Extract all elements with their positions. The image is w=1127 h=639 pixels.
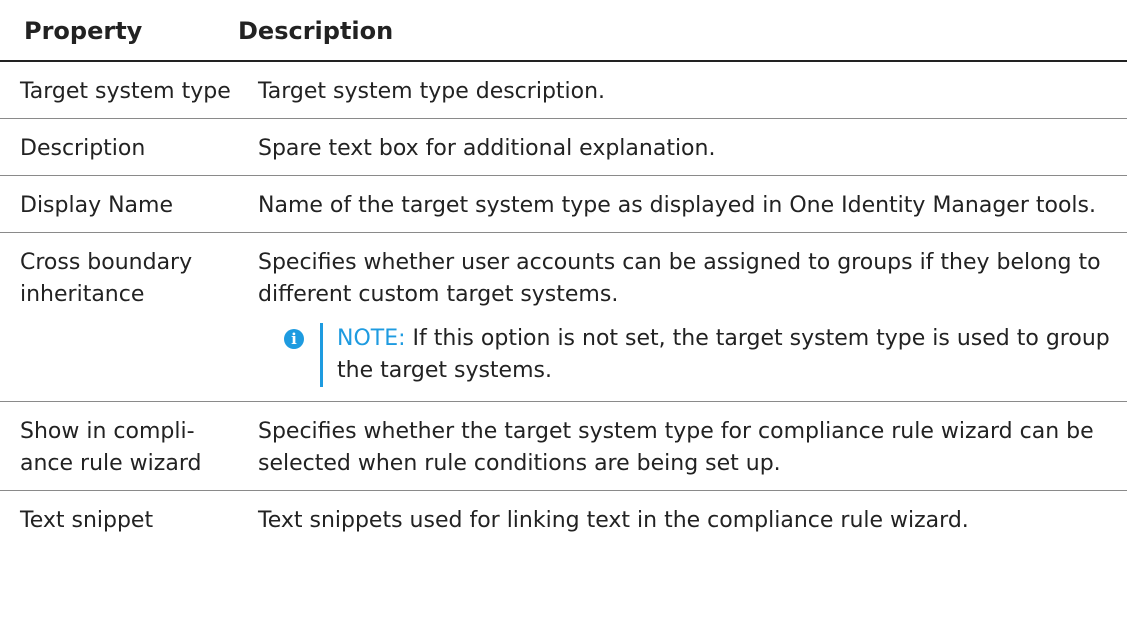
table-row: Description Spare text box for additiona… xyxy=(0,119,1127,176)
table-row: Target system type Target system type de… xyxy=(0,62,1127,119)
note-body: If this option is not set, the target sy… xyxy=(337,326,1110,383)
note-accent-bar xyxy=(320,323,323,387)
properties-table: Property Description Target system type … xyxy=(0,0,1127,547)
header-description: Description xyxy=(238,17,394,45)
table-row: Cross boundary inheritance Specifies whe… xyxy=(0,233,1127,402)
description-cell: Text snippets used for linking text in t… xyxy=(258,508,969,533)
header-property: Property xyxy=(24,17,143,45)
property-cell: Target system type xyxy=(20,79,231,104)
description-cell: Target system type description. xyxy=(258,79,606,104)
property-cell: Description xyxy=(20,136,146,161)
description-cell: Specifies whether user accounts can be a… xyxy=(238,233,1127,401)
table-row: Show in compli-ance rule wizard Specifie… xyxy=(0,402,1127,491)
description-cell: Specifies whether the target system type… xyxy=(258,419,1094,476)
description-cell: Name of the target system type as displa… xyxy=(258,193,1096,218)
note-text: NOTE: If this option is not set, the tar… xyxy=(337,323,1123,387)
table-row: Display Name Name of the target system t… xyxy=(0,176,1127,233)
property-cell: Cross boundary inheritance xyxy=(20,250,193,307)
table-row: Text snippet Text snippets used for link… xyxy=(0,491,1127,547)
property-cell: Show in compli-ance rule wizard xyxy=(20,419,202,476)
note-box: i NOTE: If this option is not set, the t… xyxy=(258,323,1123,387)
table-header: Property Description xyxy=(0,0,1127,62)
property-cell: Display Name xyxy=(20,193,173,218)
property-cell: Text snippet xyxy=(20,508,154,533)
note-label: NOTE: xyxy=(337,326,406,351)
description-cell: Spare text box for additional explanatio… xyxy=(258,136,716,161)
info-icon: i xyxy=(284,329,304,349)
description-text: Specifies whether user accounts can be a… xyxy=(258,250,1101,307)
